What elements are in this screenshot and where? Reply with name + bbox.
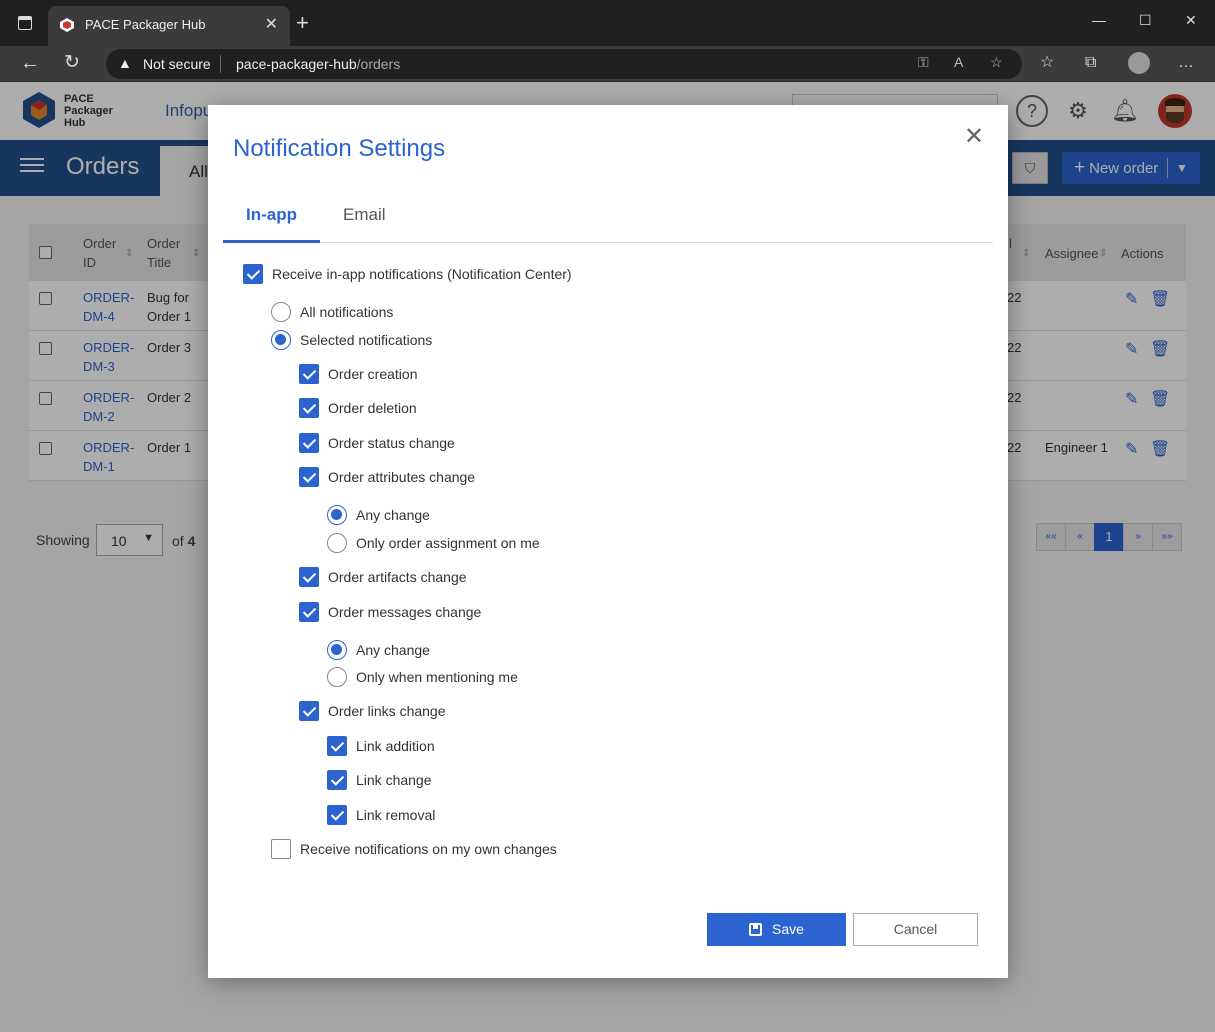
- link-removal-checkbox[interactable]: Link removal: [327, 804, 435, 826]
- radio-circle[interactable]: [327, 505, 347, 525]
- link-addition-checkbox[interactable]: Link addition: [327, 735, 435, 757]
- favorites-icon[interactable]: ☆: [1040, 53, 1054, 73]
- order-messages-change-checkbox[interactable]: Order messages change: [299, 601, 481, 623]
- url-separator: [220, 55, 221, 73]
- order-artifacts-change-checkbox[interactable]: Order artifacts change: [299, 566, 467, 588]
- attr-any-change-radio[interactable]: Any change: [327, 504, 430, 526]
- security-label[interactable]: Not secure: [143, 56, 211, 72]
- msg-any-change-radio[interactable]: Any change: [327, 639, 430, 661]
- tab-title: PACE Packager Hub: [85, 17, 206, 32]
- checkbox-box[interactable]: [271, 839, 291, 859]
- close-icon[interactable]: ✕: [964, 125, 984, 149]
- url-box[interactable]: ▲ Not secure pace-packager-hub/orders ⚿ …: [106, 49, 1022, 79]
- maximize-icon[interactable]: ☐: [1139, 12, 1152, 29]
- own-changes-checkbox[interactable]: Receive notifications on my own changes: [271, 838, 557, 860]
- dialog-tabs: In-app Email: [223, 190, 993, 243]
- radio-circle[interactable]: [327, 667, 347, 687]
- order-status-change-checkbox[interactable]: Order status change: [299, 432, 455, 454]
- order-attributes-change-checkbox[interactable]: Order attributes change: [299, 466, 475, 488]
- save-button[interactable]: Save: [707, 913, 846, 946]
- more-icon[interactable]: …: [1178, 53, 1194, 73]
- order-links-change-checkbox[interactable]: Order links change: [299, 700, 446, 722]
- checkbox-box[interactable]: [299, 701, 319, 721]
- browser-tab[interactable]: PACE Packager Hub ✕: [48, 6, 290, 46]
- browser-titlebar: PACE Packager Hub ✕ + — ☐ ✕: [0, 0, 1215, 46]
- order-creation-checkbox[interactable]: Order creation: [299, 363, 417, 385]
- attr-only-assignment-radio[interactable]: Only order assignment on me: [327, 532, 540, 554]
- checkbox-box[interactable]: [299, 602, 319, 622]
- radio-circle[interactable]: [271, 302, 291, 322]
- checkbox-box[interactable]: [299, 467, 319, 487]
- active-tab-indicator: [223, 240, 320, 243]
- address-bar: ← ↻ ▲ Not secure pace-packager-hub/order…: [0, 46, 1215, 82]
- checkbox-box[interactable]: [299, 433, 319, 453]
- key-icon[interactable]: ⚿: [918, 54, 929, 71]
- url-text[interactable]: pace-packager-hub/orders: [236, 56, 400, 72]
- cancel-button[interactable]: Cancel: [853, 913, 978, 946]
- notification-settings-dialog: Notification Settings ✕ In-app Email Rec…: [208, 105, 1008, 978]
- collections-icon[interactable]: ⧉: [1085, 53, 1096, 73]
- read-aloud-icon[interactable]: A: [954, 54, 963, 70]
- checkbox-box[interactable]: [299, 567, 319, 587]
- checkbox-box[interactable]: [327, 736, 347, 756]
- all-notifications-radio[interactable]: All notifications: [271, 301, 393, 323]
- pace-favicon-icon: [60, 18, 74, 32]
- order-deletion-checkbox[interactable]: Order deletion: [299, 397, 417, 419]
- add-favorite-icon[interactable]: ☆: [990, 54, 1003, 71]
- checkbox-box[interactable]: [327, 805, 347, 825]
- back-icon[interactable]: ←: [20, 53, 40, 73]
- close-tab-icon[interactable]: ✕: [265, 14, 278, 34]
- selected-notifications-radio[interactable]: Selected notifications: [271, 329, 432, 351]
- receive-inapp-checkbox[interactable]: Receive in-app notifications (Notificati…: [243, 263, 572, 285]
- checkbox-box[interactable]: [327, 770, 347, 790]
- radio-circle[interactable]: [271, 330, 291, 350]
- save-icon: [749, 923, 763, 936]
- new-tab-icon[interactable]: +: [296, 10, 309, 36]
- tab-actions-icon[interactable]: [18, 16, 32, 30]
- checkbox-box[interactable]: [299, 364, 319, 384]
- warning-icon[interactable]: ▲: [118, 55, 132, 71]
- tab-in-app[interactable]: In-app: [246, 205, 297, 225]
- radio-circle[interactable]: [327, 533, 347, 553]
- close-window-icon[interactable]: ✕: [1185, 12, 1197, 29]
- profile-icon[interactable]: [1128, 52, 1150, 74]
- checkbox-box[interactable]: [299, 398, 319, 418]
- refresh-icon[interactable]: ↻: [64, 53, 80, 73]
- tab-email[interactable]: Email: [343, 205, 386, 225]
- checkbox-box[interactable]: [243, 264, 263, 284]
- msg-only-mention-radio[interactable]: Only when mentioning me: [327, 666, 518, 688]
- radio-circle[interactable]: [327, 640, 347, 660]
- minimize-icon[interactable]: —: [1092, 12, 1106, 28]
- dialog-title: Notification Settings: [233, 135, 446, 162]
- link-change-checkbox[interactable]: Link change: [327, 769, 432, 791]
